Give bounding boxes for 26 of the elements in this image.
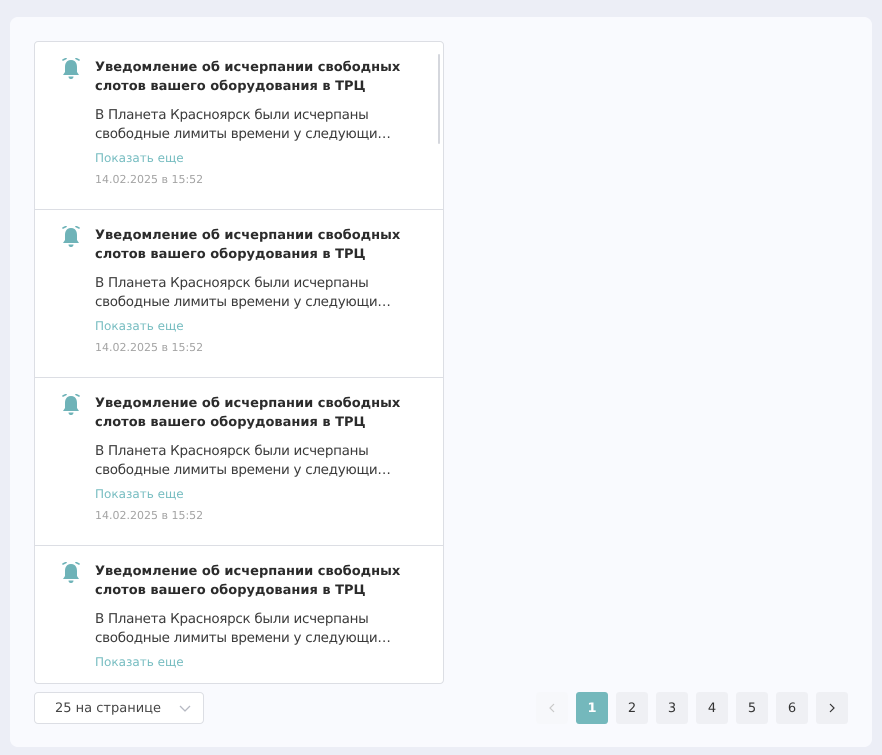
notification-text: В Планета Красноярск были исчерпаны свободные лимиты времени у следующи… — [95, 274, 392, 312]
notification-date: 14.02.2025 в 15:52 — [95, 173, 204, 186]
notification-title: Уведомление об исчерпании свободных слотов вашего оборудования в ТРЦ — [95, 563, 402, 600]
chevron-right-icon — [829, 703, 835, 713]
notification-date: 14.02.2025 в 15:52 — [95, 509, 204, 522]
bell-icon — [61, 394, 81, 416]
page-button[interactable]: 5 — [736, 692, 768, 724]
notification-text: В Планета Красноярск были исчерпаны свободные лимиты времени у следующи… — [95, 610, 392, 648]
notification-text: В Планета Красноярск были исчерпаны свободные лимиты времени у следующи… — [95, 442, 392, 480]
chevron-down-icon — [179, 704, 191, 712]
page-size-select[interactable]: 25 на странице — [34, 692, 204, 724]
page-button[interactable]: 3 — [656, 692, 688, 724]
notification-title: Уведомление об исчерпании свободных слотов вашего оборудования в ТРЦ — [95, 227, 402, 264]
page-button[interactable]: 2 — [616, 692, 648, 724]
notification-title: Уведомление об исчерпании свободных слотов вашего оборудования в ТРЦ — [95, 59, 402, 96]
bell-icon — [61, 226, 81, 248]
notification-text: В Планета Красноярск были исчерпаны свободные лимиты времени у следующи… — [95, 106, 392, 144]
bell-icon — [61, 562, 81, 584]
chevron-left-icon — [549, 703, 555, 713]
next-page-button[interactable] — [816, 692, 848, 724]
notification-title: Уведомление об исчерпании свободных слотов вашего оборудования в ТРЦ — [95, 395, 402, 432]
scrollbar[interactable] — [438, 54, 440, 144]
page-button[interactable]: 4 — [696, 692, 728, 724]
notification-date: 14.02.2025 в 15:52 — [95, 341, 204, 354]
bell-icon — [61, 58, 81, 80]
page-button[interactable]: 6 — [776, 692, 808, 724]
